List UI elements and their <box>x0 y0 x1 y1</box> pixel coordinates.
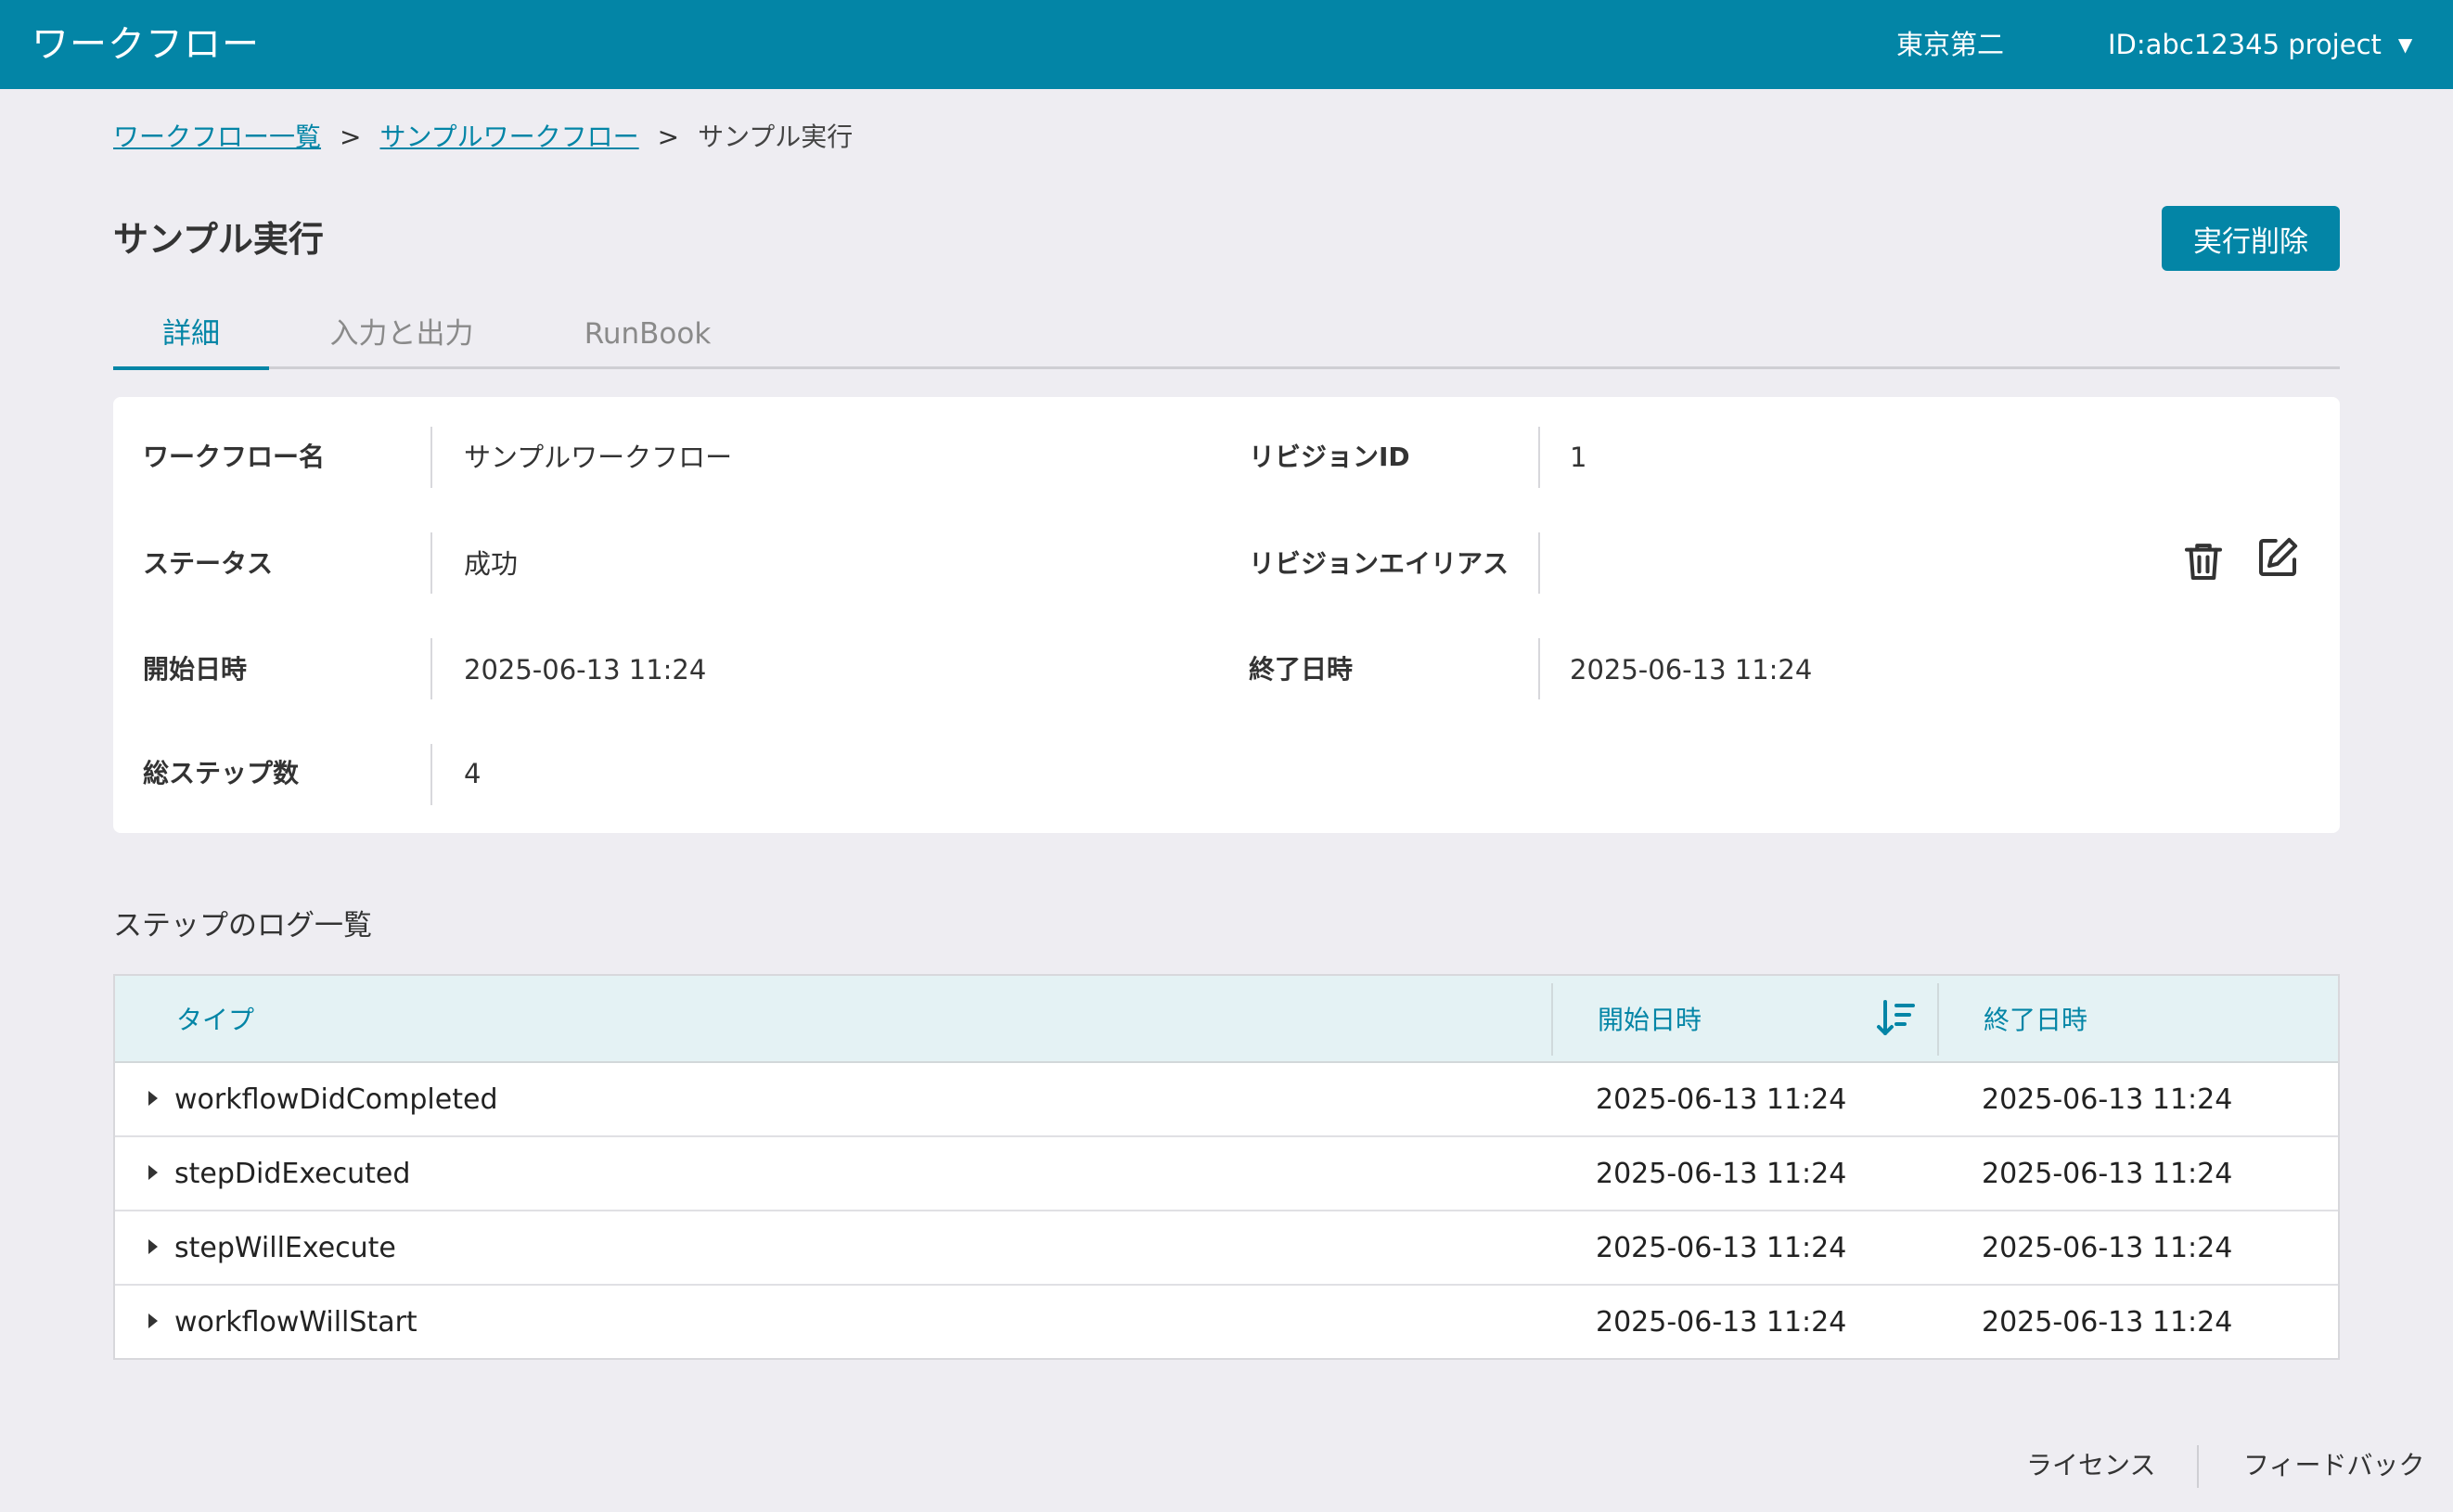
revision-id-value: 1 <box>1570 442 1587 473</box>
row-end: 2025-06-13 11:24 <box>1982 1083 2233 1116</box>
footer-divider <box>2197 1445 2199 1488</box>
column-divider <box>1937 983 1939 1056</box>
revision-id-label: リビジョンID <box>1249 442 1410 472</box>
app-title: ワークフロー <box>32 23 260 66</box>
row-start: 2025-06-13 11:24 <box>1596 1083 1847 1116</box>
row-type: stepWillExecute <box>174 1232 396 1264</box>
row-type: workflowDidCompleted <box>174 1083 498 1116</box>
end-time-label: 終了日時 <box>1249 654 1354 685</box>
row-start: 2025-06-13 11:24 <box>1596 1306 1847 1339</box>
workflow-name-label: ワークフロー名 <box>143 442 326 472</box>
feedback-link[interactable]: フィードバック <box>2243 1447 2424 1484</box>
table-row[interactable]: stepWillExecute 2025-06-13 11:24 2025-06… <box>115 1211 2338 1286</box>
breadcrumb-sample-workflow[interactable]: サンプルワークフロー <box>379 122 638 152</box>
column-header-end[interactable]: 終了日時 <box>1984 1002 2087 1039</box>
expand-arrow-icon[interactable] <box>148 1091 158 1106</box>
field-divider <box>1538 638 1540 699</box>
column-header-start[interactable]: 開始日時 <box>1598 1002 1702 1039</box>
page-title: サンプル実行 <box>113 219 324 260</box>
breadcrumb: ワークフロー一覧 > サンプルワークフロー > サンプル実行 <box>113 119 853 156</box>
end-time-value: 2025-06-13 11:24 <box>1570 654 1813 686</box>
row-end: 2025-06-13 11:24 <box>1982 1232 2233 1264</box>
top-bar: ワークフロー 東京第二 ID:abc12345 project ▼ <box>0 0 2453 89</box>
table-row[interactable]: stepDidExecuted 2025-06-13 11:24 2025-06… <box>115 1137 2338 1211</box>
expand-arrow-icon[interactable] <box>148 1239 158 1254</box>
field-divider <box>430 638 432 699</box>
project-label: ID:abc12345 project <box>2108 29 2382 60</box>
total-steps-value: 4 <box>464 758 482 789</box>
tab-input-output[interactable]: 入力と出力 <box>299 306 505 369</box>
tab-bar: 詳細 入力と出力 RunBook <box>113 306 2340 370</box>
start-time-label: 開始日時 <box>143 654 248 685</box>
field-divider <box>430 532 432 594</box>
revision-alias-label: リビジョンエイリアス <box>1249 548 1509 579</box>
trash-icon[interactable] <box>2178 536 2228 586</box>
field-divider <box>430 427 432 488</box>
total-steps-label: 総ステップ数 <box>143 758 300 788</box>
caret-down-icon: ▼ <box>2397 33 2413 56</box>
breadcrumb-separator: > <box>340 122 362 152</box>
status-value: 成功 <box>464 548 519 580</box>
sort-descending-icon[interactable] <box>1874 996 1919 1041</box>
row-end: 2025-06-13 11:24 <box>1982 1158 2233 1190</box>
edit-icon[interactable] <box>2253 532 2303 583</box>
breadcrumb-separator: > <box>657 122 680 152</box>
breadcrumb-current: サンプル実行 <box>698 122 854 152</box>
region-label: 東京第二 <box>1896 29 2005 60</box>
field-divider <box>430 744 432 805</box>
table-header: タイプ 開始日時 終了日時 <box>115 976 2338 1063</box>
field-divider <box>1538 532 1540 594</box>
row-end: 2025-06-13 11:24 <box>1982 1306 2233 1339</box>
expand-arrow-icon[interactable] <box>148 1313 158 1328</box>
project-selector[interactable]: ID:abc12345 project ▼ <box>2108 26 2412 63</box>
status-label: ステータス <box>143 548 274 579</box>
license-link[interactable]: ライセンス <box>2026 1447 2155 1484</box>
row-type: stepDidExecuted <box>174 1158 411 1190</box>
row-start: 2025-06-13 11:24 <box>1596 1158 1847 1190</box>
workflow-name-value: サンプルワークフロー <box>464 442 733 473</box>
expand-arrow-icon[interactable] <box>148 1165 158 1180</box>
row-start: 2025-06-13 11:24 <box>1596 1232 1847 1264</box>
details-card: ワークフロー名 サンプルワークフロー リビジョンID 1 ステータス 成功 リビ… <box>113 397 2340 833</box>
column-divider <box>1551 983 1553 1056</box>
breadcrumb-workflow-list[interactable]: ワークフロー一覧 <box>113 122 321 152</box>
step-logs-table: タイプ 開始日時 終了日時 workflowDidCompleted 2025-… <box>113 974 2340 1360</box>
table-row[interactable]: workflowWillStart 2025-06-13 11:24 2025-… <box>115 1286 2338 1360</box>
start-time-value: 2025-06-13 11:24 <box>464 654 707 686</box>
field-divider <box>1538 427 1540 488</box>
table-row[interactable]: workflowDidCompleted 2025-06-13 11:24 20… <box>115 1063 2338 1137</box>
step-logs-title: ステップのログ一覧 <box>113 909 372 942</box>
delete-execution-button[interactable]: 実行削除 <box>2162 206 2340 271</box>
column-header-type[interactable]: タイプ <box>176 1002 254 1039</box>
tab-details[interactable]: 詳細 <box>113 306 269 370</box>
row-type: workflowWillStart <box>174 1306 417 1339</box>
tab-runbook[interactable]: RunBook <box>546 306 750 369</box>
